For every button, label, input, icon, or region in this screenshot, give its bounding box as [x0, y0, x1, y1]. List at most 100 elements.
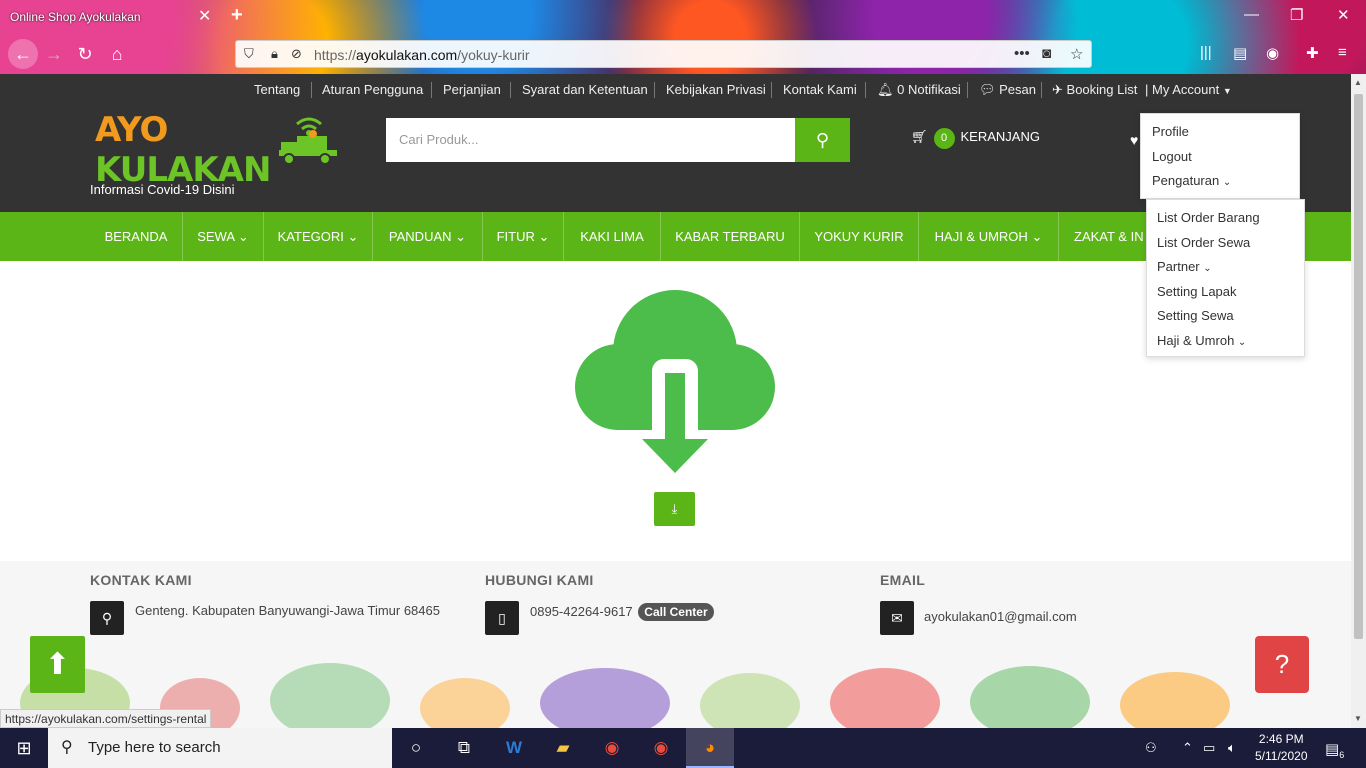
menu-kabar-terbaru[interactable]: KABAR TERBARU	[661, 212, 800, 261]
help-button[interactable]: ?	[1255, 636, 1309, 693]
library-icon[interactable]: |||	[1200, 44, 1212, 61]
divider	[1041, 82, 1042, 98]
volume-icon[interactable]: 🔈︎	[1228, 740, 1236, 756]
topnav-kebijakan[interactable]: Kebijakan Privasi	[666, 82, 766, 97]
browser-chrome: Online Shop Ayokulakan ✕ + — ❐ ✕ ← → ↻ ⌂…	[0, 0, 1366, 74]
chevron-down-icon: ⌄	[1031, 229, 1043, 244]
topnav-tentang[interactable]: Tentang	[254, 82, 300, 97]
back-icon[interactable]: ←	[8, 39, 38, 69]
submenu-list-order-sewa[interactable]: List Order Sewa	[1157, 235, 1250, 250]
cart-icon: 🛒︎	[911, 129, 928, 144]
submenu-setting-sewa[interactable]: Setting Sewa	[1157, 308, 1234, 323]
vegetable-decoration	[540, 668, 670, 728]
network-icon[interactable]: ▭	[1203, 740, 1215, 756]
shield-icon[interactable]: ⛉	[244, 46, 254, 62]
pocket-icon[interactable]: ◙	[1042, 45, 1051, 62]
page-scrollbar[interactable]: ▲ ▼	[1351, 74, 1366, 728]
tracking-icon[interactable]: ⊘	[291, 46, 302, 62]
topnav-booking[interactable]: ✈ Booking List	[1052, 82, 1137, 98]
search-button[interactable]: ⚲	[795, 118, 850, 162]
vegetable-decoration	[420, 678, 510, 728]
restore-icon[interactable]: ❐	[1290, 6, 1303, 24]
address-text: Genteng. Kabupaten Banyuwangi-Jawa Timur…	[135, 603, 440, 618]
call-center-badge[interactable]: Call Center	[638, 603, 714, 621]
new-tab-icon[interactable]: +	[231, 4, 243, 27]
submenu-partner[interactable]: Partner ⌄	[1157, 259, 1212, 274]
dropdown-pengaturan[interactable]: Pengaturan ⌄	[1152, 173, 1231, 188]
notification-icon[interactable]: ▤6	[1325, 740, 1344, 760]
url-bar[interactable]: ⛉ 🔒︎ ⊘ https://ayokulakan.com/yokuy-kuri…	[235, 40, 1092, 68]
phone-icon: ▯	[485, 601, 519, 635]
taskbar-search[interactable]: ⚲ Type here to search	[48, 728, 392, 768]
browser-tab[interactable]: Online Shop Ayokulakan	[0, 0, 225, 34]
account-icon[interactable]: ◉	[1266, 44, 1279, 62]
star-icon[interactable]: ☆	[1070, 45, 1083, 63]
more-icon[interactable]: •••	[1014, 45, 1030, 62]
scroll-up-arrow-icon[interactable]: ▲	[1354, 78, 1362, 87]
scroll-down-arrow-icon[interactable]: ▼	[1354, 714, 1362, 723]
topnav-syarat[interactable]: Syarat dan Ketentuan	[522, 82, 648, 97]
taskbar-clock[interactable]: 2:46 PM 5/11/2020	[1255, 731, 1308, 765]
submenu-setting-lapak[interactable]: Setting Lapak	[1157, 284, 1237, 299]
email-text[interactable]: ayokulakan01@gmail.com	[924, 609, 1077, 624]
tab-close-icon[interactable]: ✕	[198, 6, 211, 26]
wishlist-heart-icon[interactable]: ♥	[1130, 132, 1138, 148]
hubungi-heading: HUBUNGI KAMI	[485, 572, 594, 588]
tray-chevron-up-icon[interactable]: ⌃	[1182, 740, 1193, 756]
download-button[interactable]: ⤓	[654, 492, 695, 526]
chevron-down-icon: ⌄	[347, 229, 359, 244]
menu-zakat[interactable]: ZAKAT & IN	[1059, 212, 1149, 261]
minimize-icon[interactable]: —	[1244, 6, 1259, 23]
search-input[interactable]: Cari Produk...	[386, 118, 796, 162]
covid-info-link[interactable]: Informasi Covid-19 Disini	[90, 182, 235, 197]
cart-link[interactable]: 🛒︎ 0 KERANJANG	[911, 128, 1040, 149]
divider	[311, 82, 312, 98]
menu-sewa[interactable]: SEWA ⌄	[183, 212, 264, 261]
topnav-kontak[interactable]: Kontak Kami	[783, 82, 857, 97]
truck-logo-icon	[279, 117, 337, 165]
chrome-icon[interactable]: ◉	[637, 728, 685, 768]
home-icon[interactable]: ⌂	[105, 42, 129, 66]
chevron-down-icon: ⌄	[538, 229, 550, 244]
menu-panduan[interactable]: PANDUAN ⌄	[373, 212, 483, 261]
topnav-my-account[interactable]: | My Account ▼	[1145, 82, 1232, 97]
cortana-icon[interactable]: ○	[392, 728, 440, 768]
menu-fitur[interactable]: FITUR ⌄	[483, 212, 564, 261]
topnav-pesan[interactable]: 💬︎ Pesan	[979, 82, 1036, 98]
extension-icon[interactable]: ✚	[1306, 44, 1319, 62]
menu-kaki-lima[interactable]: KAKI LIMA	[564, 212, 661, 261]
dropdown-profile[interactable]: Profile	[1152, 124, 1189, 139]
menu-icon[interactable]: ≡	[1338, 44, 1347, 61]
topnav-notifikasi[interactable]: 🔔︎ 0 Notifikasi	[877, 82, 961, 98]
browser-navbar: ← → ↻ ⌂ ⛉ 🔒︎ ⊘ https://ayokulakan.com/yo…	[0, 34, 1366, 74]
menu-haji-umroh[interactable]: HAJI & UMROH ⌄	[919, 212, 1059, 261]
submenu-list-order-barang[interactable]: List Order Barang	[1157, 210, 1260, 225]
dropdown-logout[interactable]: Logout	[1152, 149, 1192, 164]
site-logo[interactable]: AYO KULAKAN	[95, 110, 345, 190]
topnav-aturan[interactable]: Aturan Pengguna	[322, 82, 423, 97]
menu-kategori[interactable]: KATEGORI ⌄	[264, 212, 373, 261]
divider	[510, 82, 511, 98]
menu-beranda[interactable]: BERANDA	[90, 212, 183, 261]
search-icon: ⚲	[815, 130, 830, 150]
scroll-to-top-button[interactable]: ⬆	[30, 636, 85, 693]
window-close-icon[interactable]: ✕	[1337, 6, 1350, 24]
chevron-down-icon: ⌄	[1203, 263, 1212, 274]
windows-start-icon[interactable]: ⊞	[0, 728, 48, 768]
forward-icon[interactable]: →	[42, 42, 66, 66]
people-icon[interactable]: ⚇	[1145, 740, 1157, 756]
lock-icon[interactable]: 🔒︎	[271, 46, 278, 62]
firefox-icon[interactable]: ◕	[686, 728, 734, 768]
tab-title: Online Shop Ayokulakan	[10, 10, 141, 24]
scroll-thumb[interactable]	[1354, 94, 1363, 639]
menu-yokuy-kurir[interactable]: YOKUY KURIR	[800, 212, 919, 261]
map-pin-icon: ⚲	[90, 601, 124, 635]
file-explorer-icon[interactable]: ▰	[539, 728, 587, 768]
topnav-perjanjian[interactable]: Perjanjian	[443, 82, 501, 97]
sidebar-icon[interactable]: ▤	[1233, 44, 1247, 62]
reload-icon[interactable]: ↻	[73, 42, 97, 66]
word-icon[interactable]: W	[490, 728, 538, 768]
task-view-icon[interactable]: ⧉	[440, 728, 488, 768]
submenu-haji-umroh[interactable]: Haji & Umroh ⌄	[1157, 333, 1246, 348]
chrome-icon[interactable]: ◉	[588, 728, 636, 768]
